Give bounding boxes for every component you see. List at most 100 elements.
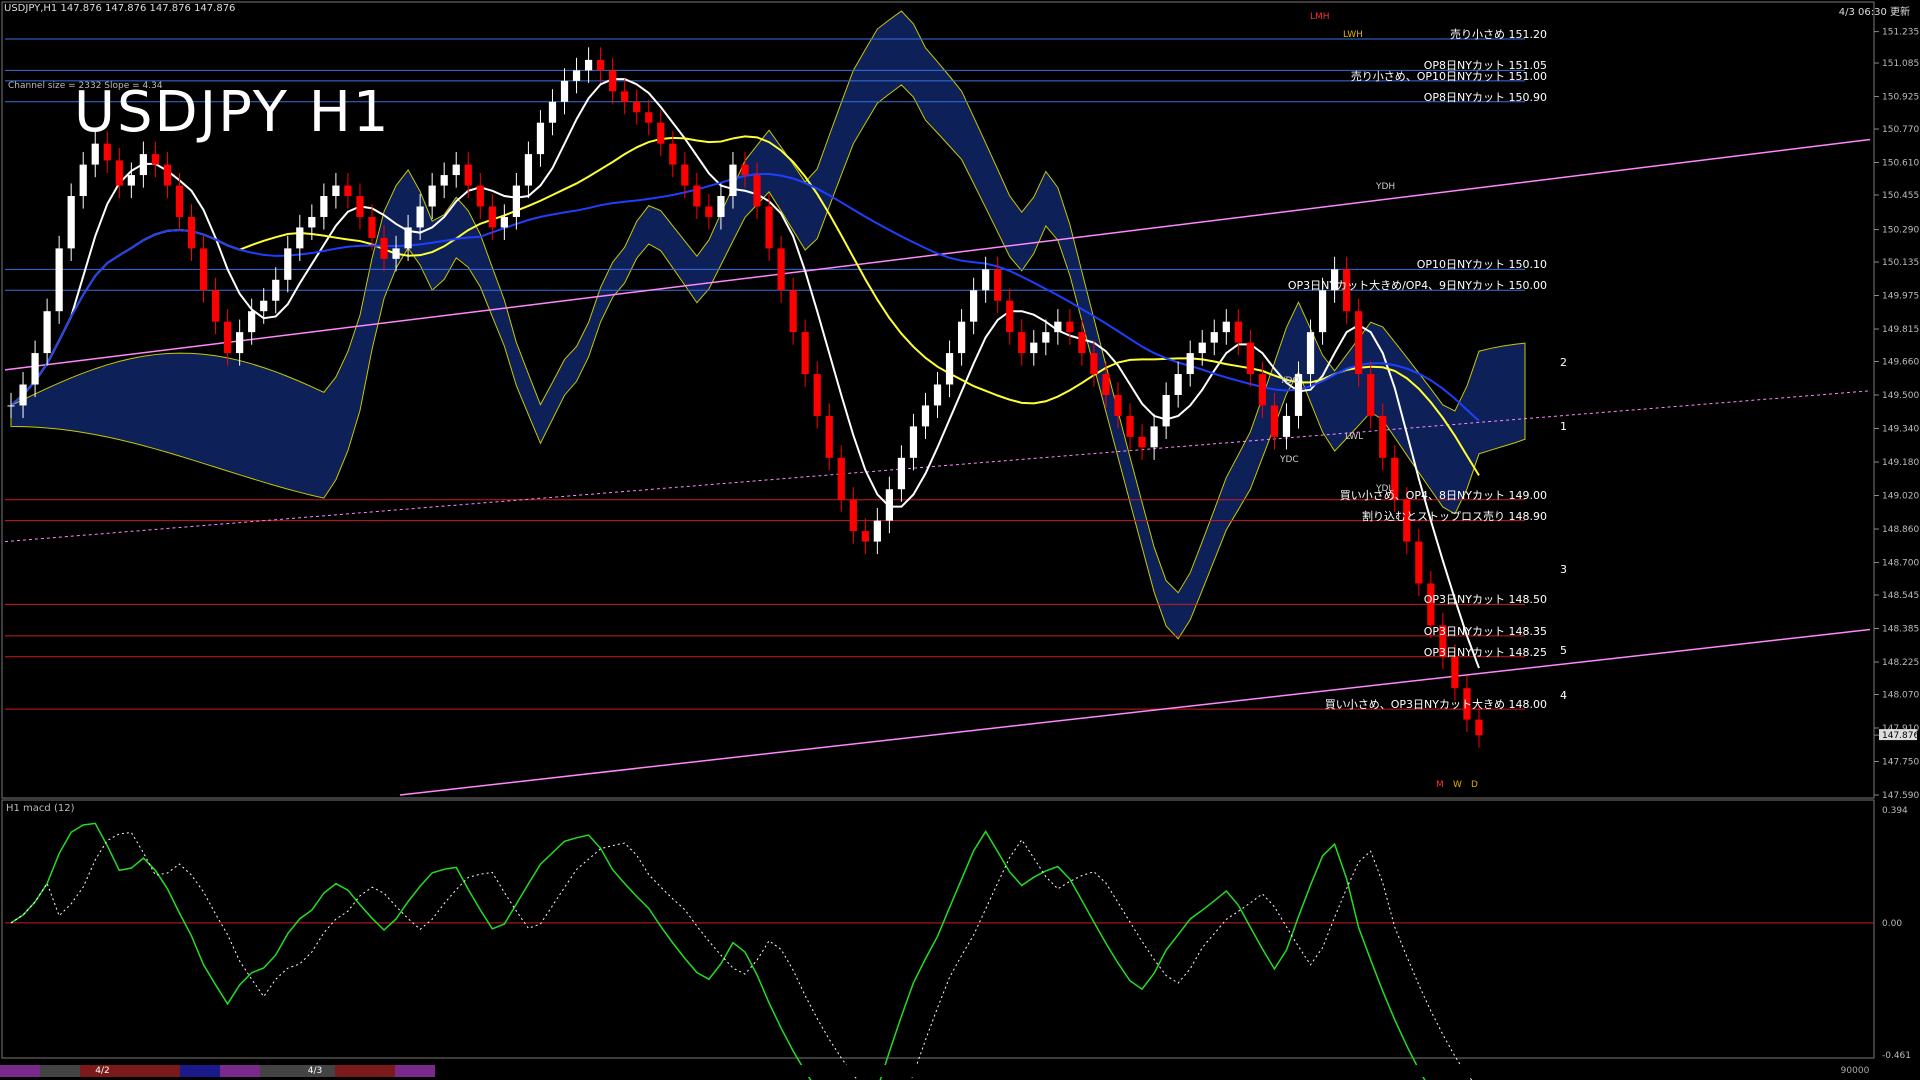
candle-body [657,122,665,144]
pivot-tag: YDC [1280,455,1299,465]
candle-body [500,216,508,228]
update-time: 4/3 06:30 更新 [1838,7,1910,18]
candle-body [223,321,232,354]
y-tick-label: 150.290 [1882,226,1919,236]
candle-body [584,59,593,71]
candle-body [1222,321,1230,333]
macd-label: H1 macd (12) [6,803,75,814]
pivot-tag: YDO [1280,376,1300,386]
candle-body [308,216,316,228]
candle-body [1318,290,1327,333]
y-tick-label: 149.500 [1882,391,1919,401]
candle-body [1066,321,1074,333]
y-tick-label: 148.070 [1882,690,1919,700]
candle-body [1367,374,1375,416]
price-level-label: OP3日NYカット大きめ/OP4、9日NYカット 150.00 [1287,279,1547,293]
candle-body [7,405,15,407]
candle-body [909,426,918,458]
candle-body [67,196,75,249]
candle-body [801,332,809,375]
y-tick-label: 149.020 [1882,492,1919,502]
pivot-tag: YDL [1376,484,1394,494]
candle-body [1258,374,1267,406]
price-chart: 151.235 151.085 150.925 150.770 150.610 150.4… [1,1,1919,1080]
y-tick-label: 149.975 [1882,292,1919,302]
candle-body [897,457,906,490]
candle-body [284,248,292,280]
candle-body [1475,719,1483,736]
symbol-line: USDJPY,H1 147.876 147.876 147.876 147.87… [4,3,236,14]
candle-body [1186,353,1194,375]
candle-body [645,112,653,123]
candle-body [392,248,400,259]
y-tick-label: 149.340 [1882,424,1919,434]
candle-body [211,290,220,322]
candle-body [1246,342,1254,375]
candle-body [79,164,87,197]
candle-body [115,160,123,186]
candle-body [151,154,160,165]
candle-body [1126,415,1134,437]
candle-body [1090,353,1098,375]
projection-number: 1 [1560,420,1567,433]
candle-body [428,185,436,207]
candle-body [199,248,208,291]
price-level-label: OP10日NYカット 150.10 [1416,258,1547,272]
candle-body [344,185,352,197]
candle-body [163,164,172,186]
candle-body [1234,321,1242,343]
candle-body [837,457,845,500]
candle-body [404,227,412,249]
candle-body [777,248,785,291]
candle-body [1451,656,1459,689]
candle-body [813,374,821,416]
candle-body [175,185,184,217]
candle-body [260,300,268,312]
candle-body [19,384,27,406]
candle-body [368,216,376,238]
projection-number: 5 [1560,644,1567,657]
pivot-tag: LMH [1310,12,1330,22]
candle-body [621,91,629,102]
candle-body [1282,415,1291,437]
candle-body [272,279,280,301]
candle-body [921,405,930,427]
candle-body [440,175,448,186]
candle-body [753,175,761,207]
candle-body [1379,415,1387,458]
price-level-label: OP3日NYカット 148.25 [1423,645,1547,659]
candle-body [957,321,966,354]
y-tick-label: 150.610 [1882,159,1919,169]
candle-body [945,353,954,385]
candle-body [1054,321,1062,333]
candle-body [741,164,749,176]
candle-body [1174,374,1182,395]
candle-body [994,269,1002,301]
chart-title: USDJPY H1 [74,80,391,145]
projection-number: 3 [1560,563,1567,576]
price-level-label: 売り小さめ 151.20 [1450,27,1547,41]
candle-body [1030,342,1038,354]
date-label-1: 4/2 [80,1065,125,1077]
candle-body [849,499,857,532]
price-level-label: OP3日NYカット 148.50 [1423,593,1547,607]
y-tick-label: 150.135 [1882,258,1919,268]
candle-body [1415,541,1423,584]
y-tick-label: 149.660 [1882,357,1919,367]
candle-body [825,415,833,458]
candle-body [536,122,545,155]
candle-body [296,227,304,249]
y-tick-label: 150.925 [1882,93,1919,103]
y-tick-label: 148.225 [1882,658,1919,668]
pivot-tag: W [1453,780,1462,790]
pivot-tag: YDH [1376,182,1396,192]
candle-body [31,353,39,385]
y-tick-label: 150.770 [1882,125,1919,135]
candle-body [476,185,484,207]
candle-body [1078,332,1086,354]
candle-body [332,185,340,197]
candle-body [1150,426,1158,448]
candle-body [729,164,737,197]
macd-tick-label: 0.394 [1882,806,1908,816]
candle-body [765,206,773,249]
